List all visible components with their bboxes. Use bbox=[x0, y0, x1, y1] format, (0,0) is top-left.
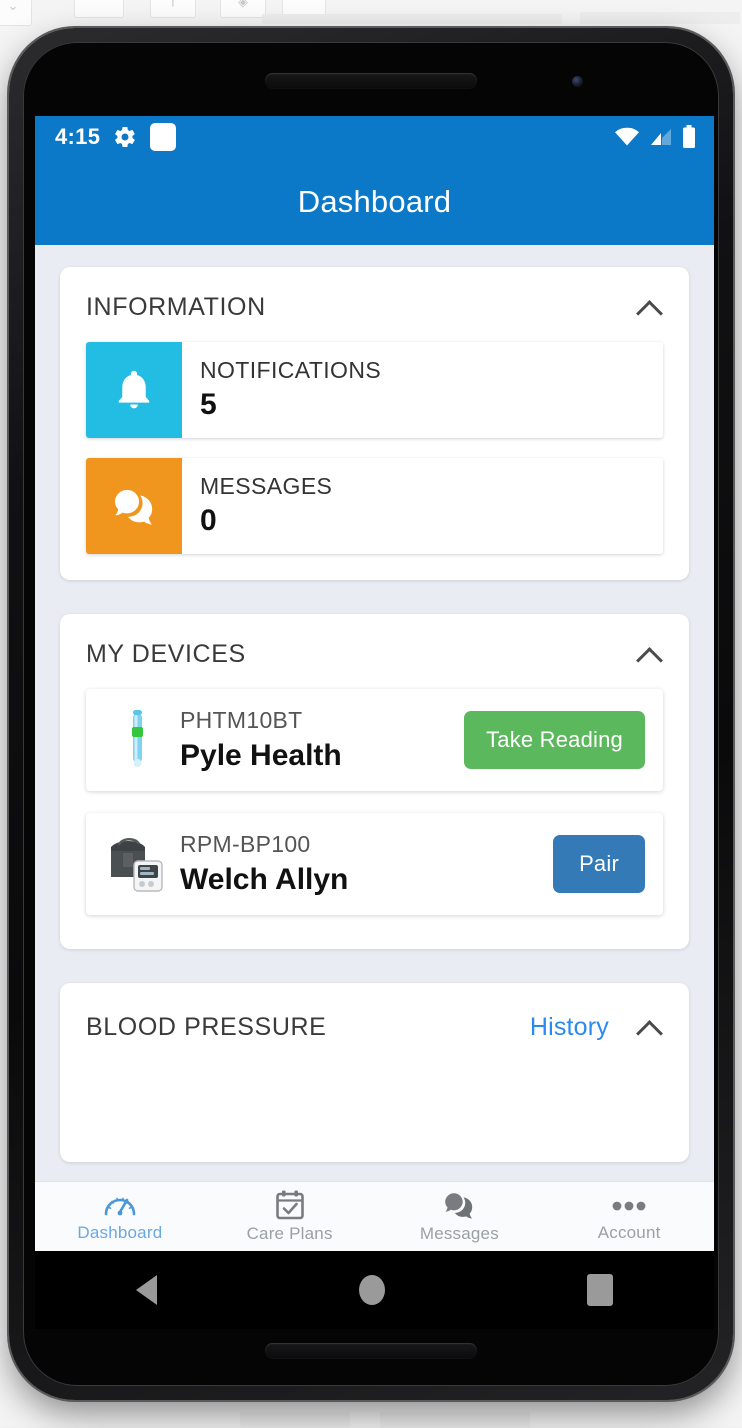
pyle-health-text: PHTM10BT Pyle Health bbox=[174, 705, 342, 775]
list-item-value: 5 bbox=[200, 386, 381, 424]
home-circle-icon[interactable] bbox=[359, 1275, 385, 1305]
list-item[interactable]: MESSAGES 0 bbox=[86, 458, 663, 554]
speedometer-icon bbox=[103, 1190, 137, 1220]
tab-label: Care Plans bbox=[247, 1224, 333, 1244]
tab-messages[interactable]: Messages bbox=[375, 1182, 545, 1251]
blood-pressure-body bbox=[60, 1072, 689, 1162]
notifications-text: NOTIFICATIONS 5 bbox=[182, 342, 381, 438]
information-card-title: INFORMATION bbox=[86, 293, 266, 322]
tab-label: Messages bbox=[420, 1224, 499, 1244]
list-item[interactable]: NOTIFICATIONS 5 bbox=[86, 342, 663, 438]
chevron-up-icon[interactable] bbox=[637, 300, 663, 316]
earpiece-speaker bbox=[265, 73, 477, 88]
calendar-check-icon bbox=[274, 1189, 306, 1221]
blood-pressure-cuff-icon bbox=[100, 829, 174, 899]
wifi-icon bbox=[614, 127, 640, 147]
battery-icon bbox=[682, 125, 696, 149]
chat-bubbles-icon bbox=[442, 1189, 476, 1221]
pair-button[interactable]: Pair bbox=[553, 835, 645, 893]
notification-square-icon bbox=[150, 123, 176, 151]
information-header-actions bbox=[637, 300, 663, 316]
device-model: PHTM10BT bbox=[180, 705, 342, 736]
device-name: Welch Allyn bbox=[180, 860, 348, 899]
page-title: Dashboard bbox=[298, 184, 451, 220]
app-bar: Dashboard bbox=[35, 158, 714, 245]
my-devices-card: MY DEVICES bbox=[60, 614, 689, 949]
information-card-header[interactable]: INFORMATION bbox=[60, 267, 689, 342]
messages-icon-tile bbox=[86, 458, 182, 554]
blood-pressure-card-title: BLOOD PRESSURE bbox=[86, 1013, 326, 1042]
device-model: RPM-BP100 bbox=[180, 829, 348, 860]
ellipsis-icon bbox=[607, 1190, 651, 1220]
thermometer-icon bbox=[100, 705, 174, 775]
list-item-label: NOTIFICATIONS bbox=[200, 356, 381, 386]
bell-icon bbox=[112, 368, 156, 412]
messages-text: MESSAGES 0 bbox=[182, 458, 332, 554]
status-bar: 4:15 bbox=[35, 116, 714, 158]
my-devices-card-header[interactable]: MY DEVICES bbox=[60, 614, 689, 689]
chevron-up-icon[interactable] bbox=[637, 1020, 663, 1036]
gear-icon bbox=[113, 125, 137, 149]
information-rows: NOTIFICATIONS 5 MESSAGES 0 bbox=[60, 342, 689, 580]
tab-dashboard[interactable]: Dashboard bbox=[35, 1182, 205, 1251]
bg-chip-bar: | bbox=[150, 0, 196, 18]
table-row[interactable]: RPM-BP100 Welch Allyn Pair bbox=[86, 813, 663, 915]
list-item-label: MESSAGES bbox=[200, 472, 332, 502]
chevron-up-icon[interactable] bbox=[637, 647, 663, 663]
status-bar-left: 4:15 bbox=[55, 123, 176, 151]
my-devices-header-actions bbox=[637, 647, 663, 663]
bottom-speaker bbox=[265, 1343, 477, 1358]
table-row[interactable]: PHTM10BT Pyle Health Take Reading bbox=[86, 689, 663, 791]
bg-bar-2 bbox=[580, 12, 740, 24]
tab-care-plans[interactable]: Care Plans bbox=[205, 1182, 375, 1251]
information-card: INFORMATION NOTIFICATIONS 5 bbox=[60, 267, 689, 580]
bg-chip-tag: ◈ bbox=[220, 0, 266, 18]
cellular-signal-icon bbox=[649, 127, 673, 147]
recents-square-icon[interactable] bbox=[587, 1274, 613, 1306]
blood-pressure-card: BLOOD PRESSURE History bbox=[60, 983, 689, 1162]
status-time: 4:15 bbox=[55, 124, 100, 150]
blood-pressure-header-actions: History bbox=[530, 1013, 663, 1042]
system-navigation-bar bbox=[35, 1251, 714, 1329]
chat-bubbles-icon bbox=[112, 484, 156, 528]
tab-label: Dashboard bbox=[77, 1223, 162, 1243]
front-camera bbox=[572, 76, 583, 87]
notifications-icon-tile bbox=[86, 342, 182, 438]
welch-allyn-text: RPM-BP100 Welch Allyn bbox=[174, 829, 348, 899]
back-triangle-icon[interactable] bbox=[136, 1275, 157, 1305]
my-devices-card-title: MY DEVICES bbox=[86, 640, 246, 669]
bg-chip-1 bbox=[74, 0, 124, 18]
phone-screen: 4:15 Dashboard INF bbox=[35, 116, 714, 1251]
take-reading-button[interactable]: Take Reading bbox=[464, 711, 645, 769]
status-bar-right bbox=[614, 125, 696, 149]
device-name: Pyle Health bbox=[180, 736, 342, 775]
history-link[interactable]: History bbox=[530, 1013, 609, 1042]
list-item-value: 0 bbox=[200, 502, 332, 540]
bottom-navigation: Dashboard Care Plans Messages bbox=[35, 1181, 714, 1251]
tab-account[interactable]: Account bbox=[544, 1182, 714, 1251]
bg-bar-1 bbox=[262, 14, 562, 24]
blood-pressure-card-header[interactable]: BLOOD PRESSURE History bbox=[60, 983, 689, 1072]
bg-chip-chevron: ⌄ bbox=[0, 0, 32, 26]
tab-label: Account bbox=[598, 1223, 661, 1243]
device-rows: PHTM10BT Pyle Health Take Reading bbox=[60, 689, 689, 949]
dashboard-content[interactable]: INFORMATION NOTIFICATIONS 5 bbox=[35, 245, 714, 1181]
